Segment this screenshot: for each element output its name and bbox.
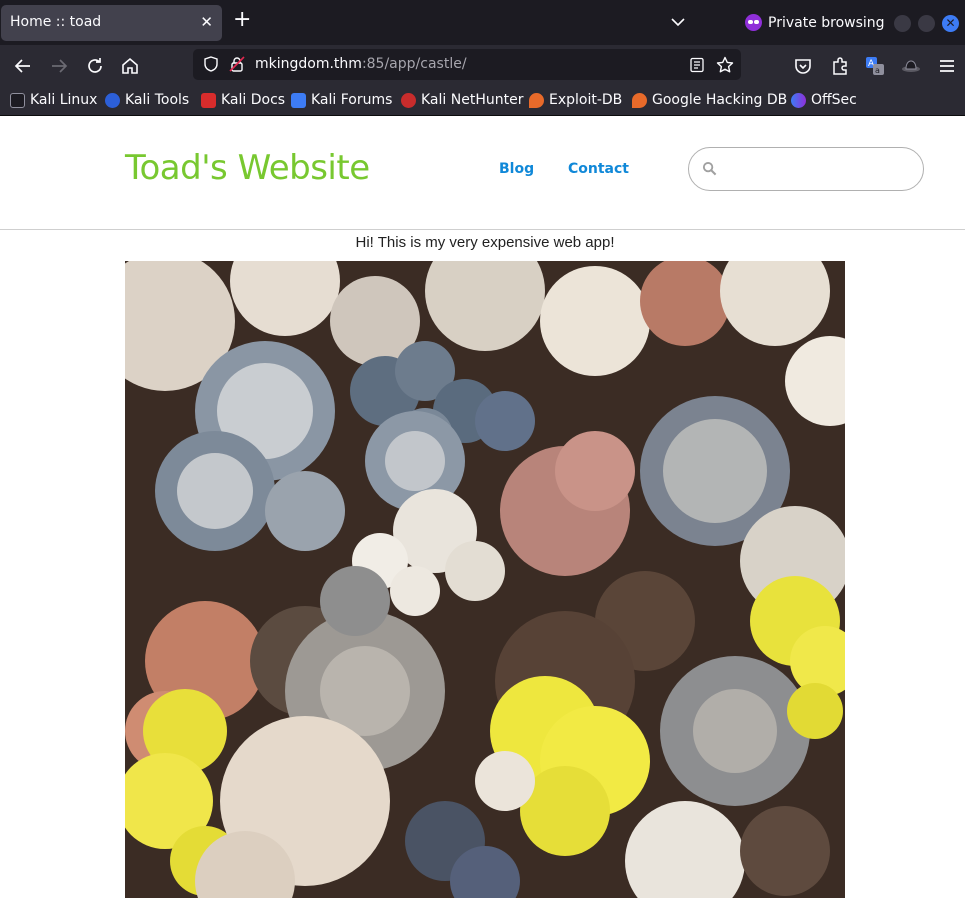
new-tab-icon[interactable]: + xyxy=(233,9,251,31)
mushrooms-photo xyxy=(125,261,845,898)
site-search-box[interactable] xyxy=(688,147,924,191)
maximize-button[interactable] xyxy=(918,15,935,32)
bookmark-label: Kali NetHunter xyxy=(421,92,524,108)
hamburger-menu-icon[interactable] xyxy=(937,56,957,76)
kali-forums-icon xyxy=(291,92,306,108)
bookmark-kali-tools[interactable]: Kali Tools xyxy=(105,92,189,108)
pocket-icon[interactable] xyxy=(793,56,813,76)
bookmark-kali-docs[interactable]: Kali Docs xyxy=(201,92,285,108)
kali-docs-icon xyxy=(201,92,216,108)
tab-bar: Home :: toad ✕ + Private browsing ✕ xyxy=(0,0,965,45)
chevron-down-icon[interactable] xyxy=(670,14,686,30)
tab-title: Home :: toad xyxy=(10,14,102,30)
bookmark-kali-nethunter[interactable]: Kali NetHunter xyxy=(401,92,523,108)
bookmark-offsec[interactable]: OffSec xyxy=(791,92,857,108)
private-label: Private browsing xyxy=(768,14,885,31)
web-page: Toad's Website Blog Contact Hi! This is … xyxy=(0,117,965,898)
bookmark-label: Google Hacking DB xyxy=(652,92,788,108)
bookmark-exploit-db[interactable]: Exploit-DB xyxy=(529,92,622,108)
home-icon[interactable] xyxy=(120,56,140,76)
bookmark-label: Kali Forums xyxy=(311,92,393,108)
close-window-button[interactable]: ✕ xyxy=(942,15,959,32)
kali-dragon-icon xyxy=(10,92,25,108)
private-browsing-indicator: Private browsing xyxy=(745,14,885,31)
minimize-button[interactable] xyxy=(894,15,911,32)
bookmark-label: OffSec xyxy=(811,92,857,108)
site-title[interactable]: Toad's Website xyxy=(125,148,370,188)
url-path: :85/app/castle/ xyxy=(361,56,467,72)
reload-icon[interactable] xyxy=(85,56,105,76)
private-mask-icon xyxy=(745,14,762,31)
header-divider xyxy=(0,229,965,230)
close-tab-icon[interactable]: ✕ xyxy=(200,13,213,31)
kali-nethunter-icon xyxy=(401,92,416,108)
mushrooms-illustration xyxy=(125,261,845,898)
svg-text:a: a xyxy=(875,66,880,75)
extensions-icon[interactable] xyxy=(830,56,850,76)
intro-text: Hi! This is my very expensive web app! xyxy=(355,234,615,251)
insecure-lock-icon[interactable] xyxy=(229,56,245,72)
hat-icon[interactable] xyxy=(901,56,921,76)
search-input[interactable] xyxy=(723,156,913,182)
bookmarks-toolbar: Kali Linux Kali Tools Kali Docs Kali For… xyxy=(0,87,965,116)
kali-tools-icon xyxy=(105,92,120,108)
url-text[interactable]: mkingdom.thm:85/app/castle/ xyxy=(255,56,467,72)
back-arrow-icon[interactable] xyxy=(13,56,33,76)
bookmark-kali-linux[interactable]: Kali Linux xyxy=(10,92,97,108)
bookmark-label: Kali Docs xyxy=(221,92,286,108)
bookmark-google-hacking-db[interactable]: Google Hacking DB xyxy=(632,92,787,108)
reader-view-icon[interactable] xyxy=(689,57,705,73)
bookmark-label: Exploit-DB xyxy=(549,92,623,108)
offsec-icon xyxy=(791,92,806,108)
forward-arrow-icon[interactable] xyxy=(49,56,69,76)
bookmark-kali-forums[interactable]: Kali Forums xyxy=(291,92,392,108)
ghdb-icon xyxy=(632,92,647,108)
navigation-toolbar: mkingdom.thm:85/app/castle/ Aa xyxy=(0,45,965,87)
bookmark-label: Kali Linux xyxy=(30,92,98,108)
nav-link-contact[interactable]: Contact xyxy=(568,161,629,177)
address-bar[interactable]: mkingdom.thm:85/app/castle/ xyxy=(193,49,741,80)
nav-link-blog[interactable]: Blog xyxy=(499,161,534,177)
exploit-db-icon xyxy=(529,92,544,108)
url-host: mkingdom.thm xyxy=(255,56,362,72)
search-icon xyxy=(702,161,717,176)
bookmark-star-icon[interactable] xyxy=(716,56,734,74)
bookmark-label: Kali Tools xyxy=(125,92,190,108)
translate-icon[interactable]: Aa xyxy=(865,56,885,76)
browser-tab[interactable]: Home :: toad ✕ xyxy=(1,5,222,41)
shield-icon[interactable] xyxy=(203,56,219,72)
